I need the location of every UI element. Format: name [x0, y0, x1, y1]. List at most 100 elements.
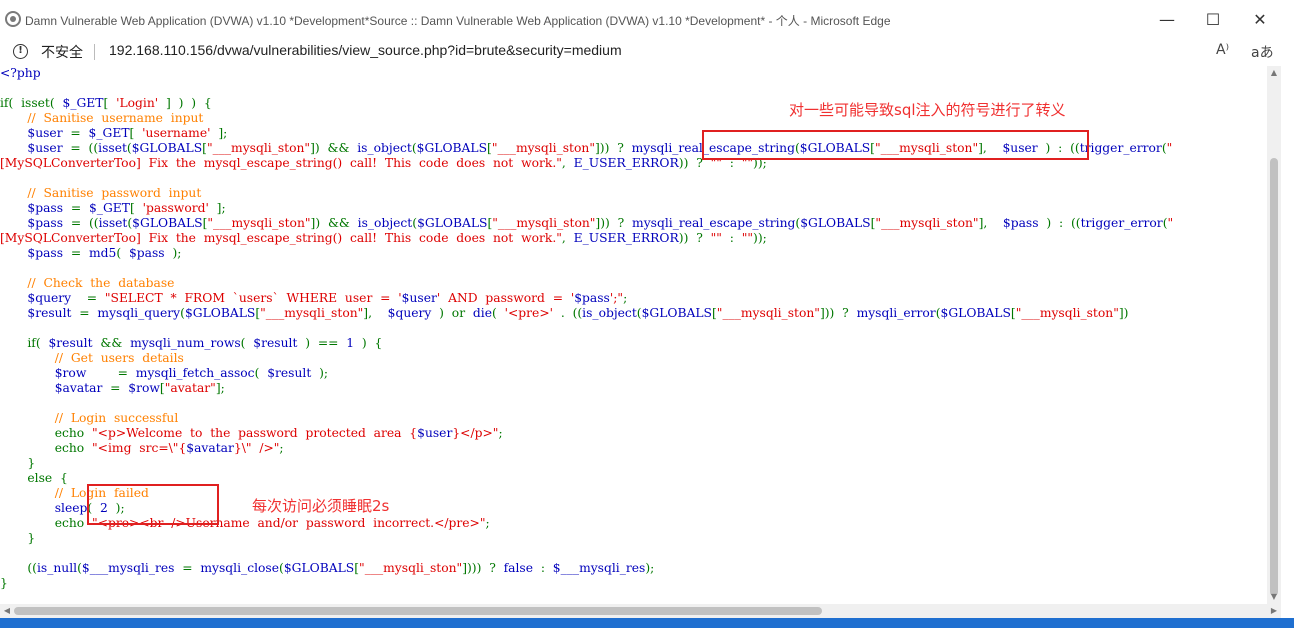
- vertical-scroll-thumb[interactable]: [1270, 158, 1278, 596]
- code-line: // Get users details: [0, 351, 1267, 366]
- edge-app-icon: [5, 11, 21, 27]
- horizontal-scrollbar[interactable]: ◀ ▶: [0, 604, 1281, 618]
- code-line: $result = mysqli_query($GLOBALS["___mysq…: [0, 306, 1267, 321]
- escape-highlight-box: [702, 130, 1089, 160]
- scroll-up-icon[interactable]: ▲: [1267, 66, 1281, 80]
- code-token: )) ?: [678, 231, 711, 245]
- code-token: "": [710, 231, 722, 245]
- code-token: ]): [1118, 306, 1129, 320]
- scroll-left-icon[interactable]: ◀: [0, 604, 14, 618]
- code-token: $result: [48, 336, 93, 350]
- code-token: (: [254, 366, 268, 380]
- code-token: $___mysqli_res: [81, 561, 175, 575]
- code-token: $query: [27, 291, 72, 305]
- code-token: ;: [279, 441, 284, 455]
- code-token: ]) &&: [310, 216, 358, 230]
- code-token: ];: [208, 201, 226, 215]
- code-token: ((: [0, 561, 37, 575]
- code-token: $avatar: [54, 381, 103, 395]
- code-token: else {: [0, 471, 68, 485]
- code-token: mysqli_close: [200, 561, 280, 575]
- minimize-button[interactable]: —: [1144, 6, 1190, 34]
- code-line: echo "<p>Welcome to the password protect…: [0, 426, 1267, 441]
- code-token: ,: [561, 231, 574, 245]
- code-token: ) {: [354, 336, 383, 350]
- code-token: "avatar": [164, 381, 216, 395]
- code-token: trigger_error: [1080, 216, 1163, 230]
- code-token: "___mysqli_ston": [492, 216, 596, 230]
- read-aloud-icon[interactable]: A⁾: [1216, 42, 1229, 58]
- code-token: 1: [346, 336, 355, 350]
- code-token: $avatar: [186, 441, 234, 455]
- code-token: 'username': [142, 126, 211, 140]
- code-token: $result: [253, 336, 298, 350]
- code-token: $GLOBALS: [641, 306, 712, 320]
- code-line: ((is_null($___mysqli_res = mysqli_close(…: [0, 561, 1267, 576]
- translate-icon[interactable]: aあ: [1251, 42, 1274, 62]
- address-divider: [94, 44, 95, 60]
- code-token: $_GET: [62, 96, 104, 110]
- code-token: ));: [753, 231, 767, 245]
- code-token: $user: [401, 291, 437, 305]
- code-line: // Login successful: [0, 411, 1267, 426]
- close-button[interactable]: ✕: [1237, 6, 1283, 34]
- scroll-down-icon[interactable]: ▼: [1267, 590, 1281, 604]
- code-token: "": [741, 231, 754, 245]
- code-token: $GLOBALS: [800, 216, 871, 230]
- code-line: $pass = ((isset($GLOBALS["___mysqli_ston…: [0, 216, 1267, 231]
- sleep-highlight-box: [87, 484, 219, 525]
- code-line: $query = "SELECT * FROM `users` WHERE us…: [0, 291, 1267, 306]
- code-token: =: [63, 201, 89, 215]
- code-line: $avatar = $row["avatar"];: [0, 381, 1267, 396]
- code-token: =: [102, 381, 129, 395]
- code-token: ];: [210, 126, 228, 140]
- code-token: ])) ?: [595, 216, 633, 230]
- code-token: "___mysqli_ston": [206, 141, 311, 155]
- url-field[interactable]: 192.168.110.156/dvwa/vulnerabilities/vie…: [109, 42, 622, 58]
- code-token: ]) &&: [310, 141, 358, 155]
- code-token: ,: [561, 156, 574, 170]
- code-token: mysqli_query: [97, 306, 181, 320]
- code-token: "___mysqli_ston": [491, 141, 595, 155]
- security-label[interactable]: 不安全: [41, 42, 83, 62]
- code-token: ]))) ?: [462, 561, 504, 575]
- code-token: }: [0, 456, 36, 470]
- code-token: ' AND password = ': [436, 291, 575, 305]
- code-token: =: [71, 306, 98, 320]
- horizontal-scroll-thumb[interactable]: [14, 607, 822, 615]
- code-token: "SELECT * FROM `users` WHERE user = ': [104, 291, 402, 305]
- code-token: ": [1166, 141, 1173, 155]
- code-token: }: [0, 576, 8, 590]
- sleep-annotation: 每次访问必须睡眠2s: [252, 497, 390, 515]
- code-token: $_GET: [88, 201, 130, 215]
- not-secure-icon[interactable]: !: [13, 44, 28, 59]
- code-token: ": [1167, 216, 1174, 230]
- code-token: . ((: [553, 306, 583, 320]
- taskbar-edge: [0, 618, 1294, 628]
- vertical-scrollbar[interactable]: ▲ ▼: [1267, 66, 1281, 604]
- code-token: = ((: [62, 141, 99, 155]
- scroll-right-icon[interactable]: ▶: [1267, 604, 1281, 618]
- code-token: "___mysqli_ston": [875, 216, 979, 230]
- code-token: <?php: [0, 66, 41, 80]
- code-token: echo: [0, 441, 93, 455]
- code-token: $user: [417, 426, 453, 440]
- code-line: if( isset( $_GET[ 'Login' ] ) ) {: [0, 96, 1267, 111]
- code-token: =: [174, 561, 201, 575]
- code-line: echo "<img src=\"{$avatar}\" />";: [0, 441, 1267, 456]
- code-line: [MySQLConverterToo] Fix the mysql_escape…: [0, 231, 1267, 246]
- code-token: ])) ?: [594, 141, 632, 155]
- code-token: ;: [623, 291, 628, 305]
- code-token: [: [129, 201, 143, 215]
- maximize-button[interactable]: ☐: [1190, 6, 1236, 34]
- code-token: mysqli_real_escape_string: [632, 216, 796, 230]
